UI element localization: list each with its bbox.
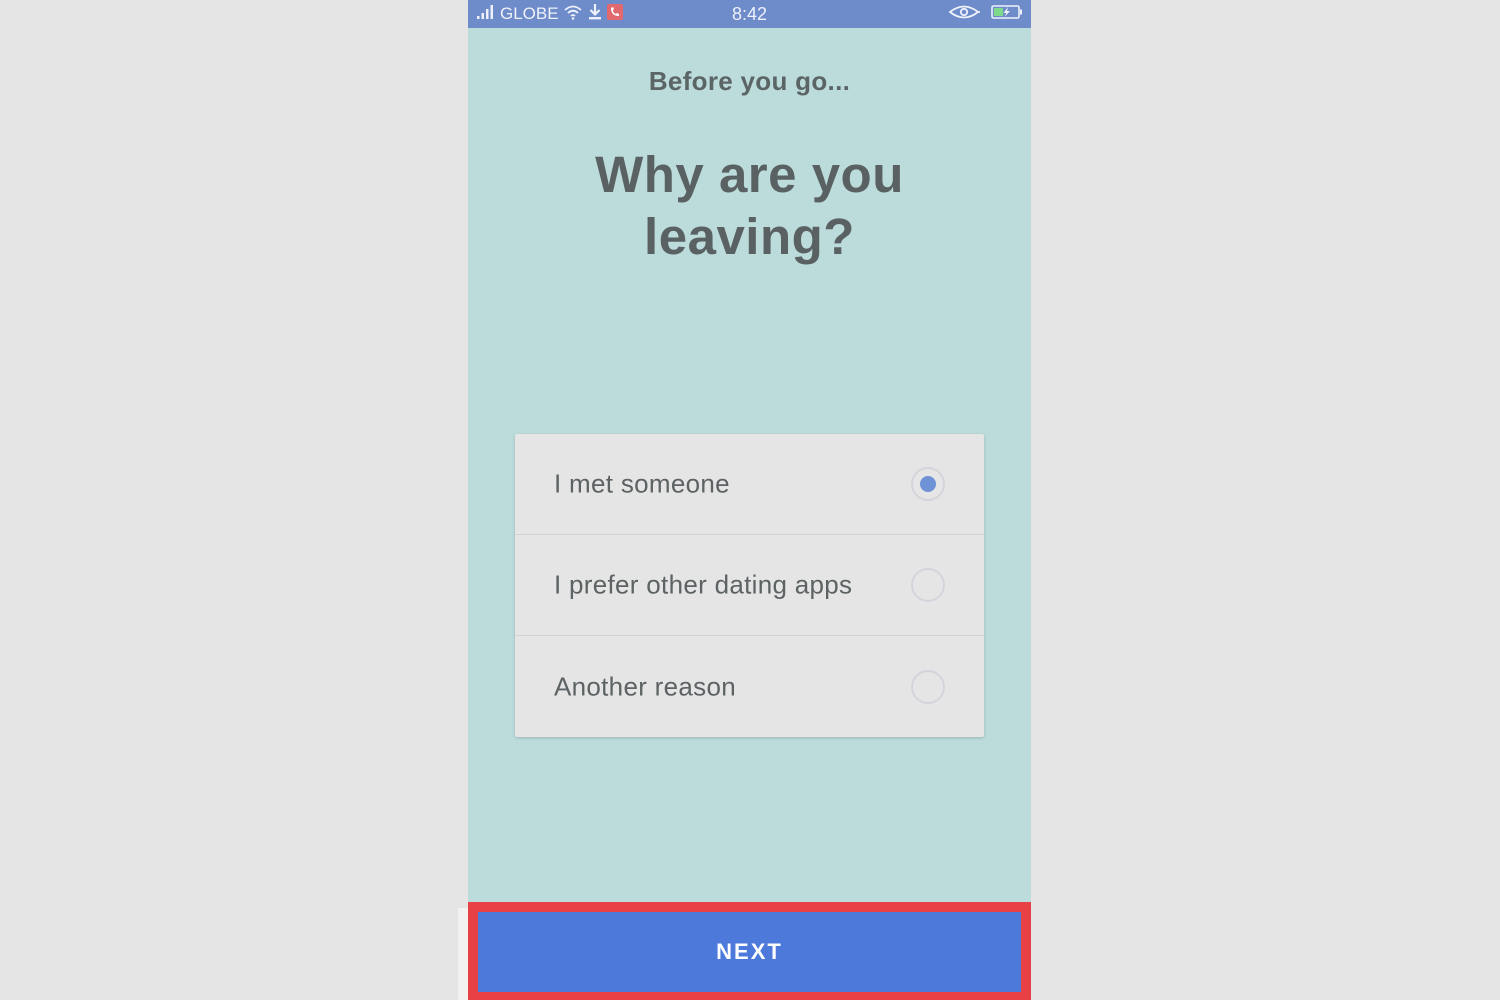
- option-label: I met someone: [554, 468, 730, 499]
- radio-button-selected[interactable]: [911, 467, 945, 501]
- option-met-someone[interactable]: I met someone: [515, 434, 984, 535]
- phone-screen: GLOBE 8:42 Before you go... Why are you …: [468, 0, 1031, 1000]
- radio-button[interactable]: [911, 568, 945, 602]
- battery-charging-icon: [991, 4, 1023, 25]
- status-time: 8:42: [731, 4, 768, 24]
- pre-title: Before you go...: [648, 66, 851, 96]
- edge-strip: [458, 908, 468, 1000]
- next-button-highlight: NEXT: [468, 902, 1031, 1000]
- page-title: Why are you leaving?: [595, 146, 904, 265]
- radio-button[interactable]: [911, 669, 945, 704]
- option-another-reason[interactable]: Another reason: [515, 636, 984, 737]
- reason-options-card: I met someone I prefer other dating apps…: [515, 434, 984, 737]
- next-button[interactable]: NEXT: [478, 912, 1021, 992]
- option-label: I prefer other dating apps: [554, 569, 853, 600]
- option-other-dating-apps[interactable]: I prefer other dating apps: [515, 535, 984, 636]
- status-bar: GLOBE 8:42: [468, 0, 1031, 28]
- option-label: Another reason: [554, 671, 736, 701]
- eye-icon: [948, 4, 981, 25]
- status-right-group: [948, 3, 1023, 25]
